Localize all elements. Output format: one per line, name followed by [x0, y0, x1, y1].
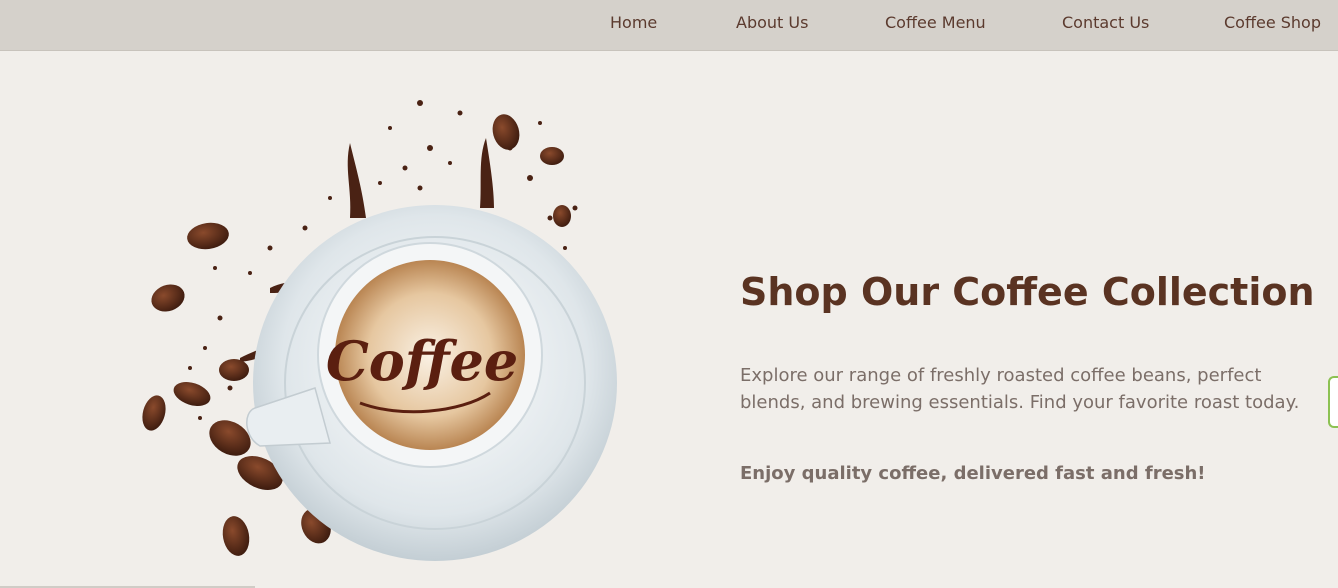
nav-link-home[interactable]: Home: [610, 13, 657, 32]
coffee-cup-image: Coffee: [142, 100, 617, 561]
hero-tagline: Enjoy quality coffee, delivered fast and…: [740, 463, 1206, 484]
top-navbar: Home About Us Coffee Menu Contact Us Cof…: [0, 0, 1338, 51]
nav-link-coffee-menu[interactable]: Coffee Menu: [885, 13, 986, 32]
hero-description: Explore our range of freshly roasted cof…: [740, 365, 1300, 413]
nav-link-about-us[interactable]: About Us: [736, 13, 808, 32]
nav-link-contact-us[interactable]: Contact Us: [1062, 13, 1149, 32]
hero-title: Shop Our Coffee Collection: [740, 270, 1315, 314]
nav-link-coffee-shop[interactable]: Coffee Shop: [1224, 13, 1321, 32]
cup-latte-art-lettering: Coffee: [326, 329, 518, 393]
side-floating-widget[interactable]: [1328, 376, 1338, 428]
